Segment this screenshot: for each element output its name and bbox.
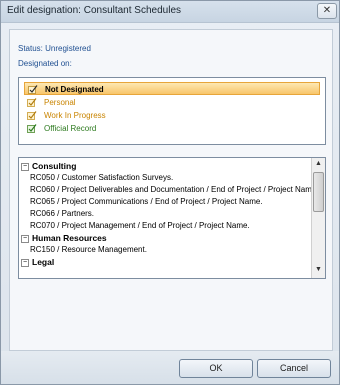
designation-item-personal[interactable]: Personal bbox=[24, 96, 320, 109]
tree-group-label: Human Resources bbox=[32, 233, 107, 243]
dialog-content: Status: Unregistered Designated on: Not … bbox=[9, 29, 333, 351]
designation-item-work-in-progress[interactable]: Work In Progress bbox=[24, 109, 320, 122]
designation-item-not-designated[interactable]: Not Designated bbox=[24, 82, 320, 95]
window-title: Edit designation: Consultant Schedules bbox=[7, 5, 182, 16]
check-icon bbox=[27, 111, 37, 120]
designation-label: Personal bbox=[44, 98, 76, 107]
scroll-thumb[interactable] bbox=[313, 172, 324, 212]
tree-item[interactable]: RC070 / Project Management / End of Proj… bbox=[30, 220, 250, 232]
scroll-up-icon[interactable]: ▲ bbox=[312, 158, 325, 170]
designation-item-official-record[interactable]: Official Record bbox=[24, 122, 320, 135]
close-icon: ✕ bbox=[322, 5, 332, 16]
check-icon bbox=[27, 124, 37, 133]
close-button[interactable]: ✕ bbox=[317, 3, 337, 19]
tree-group-consulting[interactable]: − Consulting bbox=[21, 160, 76, 172]
vertical-scrollbar[interactable]: ▲ ▼ bbox=[311, 158, 325, 278]
check-icon bbox=[28, 85, 38, 94]
tree-item[interactable]: RC050 / Customer Satisfaction Surveys. bbox=[30, 172, 173, 184]
collapse-toggle-icon[interactable]: − bbox=[21, 162, 29, 171]
collapse-toggle-icon[interactable]: − bbox=[21, 258, 29, 267]
cancel-button[interactable]: Cancel bbox=[257, 359, 331, 378]
tree-item[interactable]: RC150 / Resource Management. bbox=[30, 244, 147, 256]
tree-group-label: Consulting bbox=[32, 161, 77, 171]
title-bar: Edit designation: Consultant Schedules ✕ bbox=[1, 1, 339, 23]
designation-list[interactable]: Not Designated Personal Work In Progress bbox=[18, 77, 326, 145]
scroll-down-icon[interactable]: ▼ bbox=[312, 264, 325, 276]
designation-label: Work In Progress bbox=[44, 111, 106, 120]
collapse-toggle-icon[interactable]: − bbox=[21, 234, 29, 243]
designated-on-label: Designated on: bbox=[18, 59, 72, 68]
tree-item[interactable]: RC065 / Project Communications / End of … bbox=[30, 196, 263, 208]
dialog-footer: OK Cancel bbox=[1, 351, 339, 384]
check-icon bbox=[27, 98, 37, 107]
tree-content: − Consulting RC050 / Customer Satisfactio… bbox=[19, 158, 311, 278]
designation-label: Official Record bbox=[44, 124, 97, 133]
designation-label: Not Designated bbox=[45, 85, 104, 94]
status-label: Status: Unregistered bbox=[18, 44, 91, 53]
record-category-tree[interactable]: − Consulting RC050 / Customer Satisfactio… bbox=[18, 157, 326, 279]
tree-item[interactable]: RC066 / Partners. bbox=[30, 208, 94, 220]
tree-group-human-resources[interactable]: − Human Resources bbox=[21, 232, 107, 244]
dialog-window: Edit designation: Consultant Schedules ✕… bbox=[0, 0, 340, 385]
ok-button[interactable]: OK bbox=[179, 359, 253, 378]
tree-item[interactable]: RC060 / Project Deliverables and Documen… bbox=[30, 184, 311, 196]
tree-group-label: Legal bbox=[32, 257, 55, 267]
tree-group-legal[interactable]: − Legal bbox=[21, 256, 54, 268]
